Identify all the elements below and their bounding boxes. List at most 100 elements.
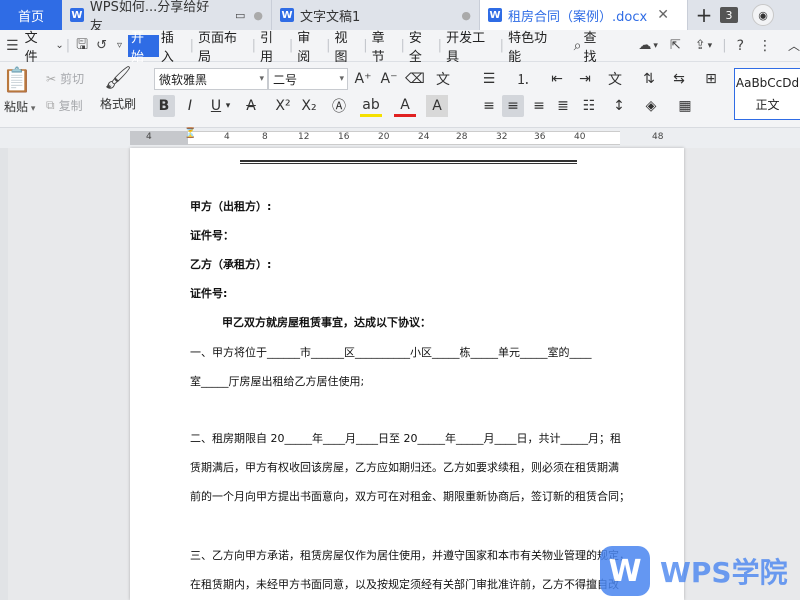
document-page[interactable]: 甲方（出租方）: 证件号： 乙方（承租方）: 证件号: 甲乙双方就房屋租赁事宜，… bbox=[130, 148, 684, 600]
grow-font-icon[interactable]: A⁺ bbox=[352, 68, 374, 90]
decrease-indent-icon[interactable]: ⇤ bbox=[546, 68, 568, 90]
menu-review[interactable]: 审阅 bbox=[295, 31, 324, 65]
export-icon[interactable]: ⇪ bbox=[695, 38, 706, 53]
increase-indent-icon[interactable]: ⇥ bbox=[574, 68, 596, 90]
sort-icon[interactable]: ⇅ bbox=[638, 68, 660, 90]
chevron-down-icon[interactable]: ▾ bbox=[653, 41, 658, 51]
undo-history-icon[interactable]: ↺ bbox=[96, 38, 107, 53]
format-painter-button[interactable]: 🖌 格式刷 bbox=[100, 66, 136, 112]
ruler-tick: 8 bbox=[262, 132, 268, 142]
menu-developer-tools[interactable]: 开发工具 bbox=[444, 31, 498, 65]
cut-button[interactable]: ✂ 剪切 bbox=[46, 70, 84, 87]
ribbon-home: 📋 粘贴 ▾ ✂ 剪切 ⧉ 复制 🖌 格式刷 微软雅黑 ▾ 二号 ▾ A⁺ A⁻… bbox=[0, 62, 800, 128]
horizontal-ruler[interactable]: 4 4 8 12 16 20 24 28 32 36 40 48 ⏳ bbox=[0, 128, 800, 148]
clear-format-icon[interactable]: ⌫ bbox=[404, 68, 426, 90]
menu-search[interactable]: 查找 bbox=[582, 31, 611, 65]
doc-line: 三、乙方向甲方承诺，租赁房屋仅作为居住使用，并遵守国家和本市有关物业管理的规定， bbox=[190, 549, 630, 562]
vertical-ruler[interactable] bbox=[0, 148, 8, 600]
help-icon[interactable]: ? bbox=[737, 38, 744, 54]
tab-label: 租房合同（案例）.docx bbox=[508, 9, 648, 25]
highlight-color-icon[interactable]: ab bbox=[360, 95, 382, 117]
align-right-icon[interactable]: ≡ bbox=[528, 95, 550, 117]
style-normal[interactable]: AaBbCcDd 正文 bbox=[734, 68, 800, 120]
bold-button[interactable]: B bbox=[153, 95, 175, 117]
paste-button[interactable]: 📋 粘贴 ▾ bbox=[2, 66, 35, 115]
font-name-select[interactable]: 微软雅黑 ▾ bbox=[154, 68, 268, 90]
ruler-tick: 4 bbox=[146, 132, 152, 142]
menu-view[interactable]: 视图 bbox=[332, 31, 361, 65]
shrink-font-icon[interactable]: A⁻ bbox=[378, 68, 400, 90]
numbered-list-icon[interactable]: ⒈ bbox=[512, 68, 534, 90]
menu-security[interactable]: 安全 bbox=[407, 31, 436, 65]
ruler-tick: 12 bbox=[298, 132, 310, 142]
menu-home[interactable]: 开始 bbox=[128, 31, 159, 65]
menu-bar: ☰ 文件 ⌄ | 🖫 ↺ ▿ 开始 插入 | 页面布局 | 引用 | 审阅 | … bbox=[0, 30, 800, 65]
menu-references[interactable]: 引用 bbox=[258, 31, 287, 65]
text-effect-icon[interactable]: Ⓐ bbox=[328, 95, 350, 117]
collapse-ribbon-icon[interactable]: ︿ bbox=[788, 37, 800, 54]
divider: | bbox=[65, 38, 71, 53]
menu-insert[interactable]: 插入 bbox=[159, 31, 188, 65]
menu-file[interactable]: 文件 bbox=[23, 31, 52, 65]
font-name-value: 微软雅黑 bbox=[159, 72, 208, 87]
ruler-tick: 36 bbox=[534, 132, 546, 142]
hamburger-menu-icon[interactable]: ☰ bbox=[6, 38, 19, 54]
tab-doc-lease-contract[interactable]: W 租房合同（案例）.docx ✕ bbox=[480, 0, 688, 30]
chevron-down-icon[interactable]: ▾ bbox=[708, 41, 713, 51]
style-name: 正文 bbox=[755, 97, 780, 112]
doc-line: 室_____厅房屋出租给乙方居住使用; bbox=[190, 375, 365, 388]
chinese-layout-icon[interactable]: 文 bbox=[604, 68, 626, 90]
doc-line: 赁期满后，甲方有权收回该房屋，乙方应如期归还。乙方如要求续租，则必须在租赁期满 bbox=[190, 461, 619, 474]
avatar[interactable]: ◉ bbox=[752, 4, 774, 26]
tab-doc-wps-share[interactable]: W WPS如何...分享给好友 ▭ ● bbox=[62, 0, 272, 34]
menu-chapter[interactable]: 章节 bbox=[370, 31, 399, 65]
fill-color-icon[interactable]: ◈ bbox=[640, 95, 662, 117]
monitor-icon: ▭ bbox=[234, 8, 246, 22]
table-grid-icon[interactable]: ⊞ bbox=[700, 68, 722, 90]
new-tab-button[interactable]: + bbox=[688, 0, 720, 30]
font-size-value: 二号 bbox=[273, 72, 298, 87]
ruler-tick: 4 bbox=[224, 132, 230, 142]
subscript-button[interactable]: X₂ bbox=[298, 95, 320, 117]
justify-icon[interactable]: ≣ bbox=[552, 95, 574, 117]
distribute-icon[interactable]: ☷ bbox=[578, 95, 600, 117]
cut-label: 剪切 bbox=[60, 72, 85, 86]
align-center-icon[interactable]: ≡ bbox=[502, 95, 524, 117]
menu-special-features[interactable]: 特色功能 bbox=[506, 31, 560, 65]
tab-label: 文字文稿1 bbox=[300, 9, 361, 25]
header-double-rule bbox=[240, 160, 577, 164]
superscript-button[interactable]: X² bbox=[272, 95, 294, 117]
line-spacing-icon[interactable]: ↕ bbox=[608, 95, 630, 117]
character-shading-icon[interactable]: A bbox=[426, 95, 448, 117]
indent-marker[interactable]: ⏳ bbox=[184, 128, 196, 139]
ruler-tick: 24 bbox=[418, 132, 430, 142]
doc-line: 一、甲方将位于______市______区__________小区_____栋_… bbox=[190, 346, 592, 359]
cloud-sync-icon[interactable]: ☁ bbox=[638, 38, 651, 53]
share-icon[interactable]: ⇱ bbox=[670, 38, 681, 53]
italic-button[interactable]: I bbox=[179, 95, 201, 117]
show-marks-icon[interactable]: ⇆ bbox=[668, 68, 690, 90]
chevron-down-icon[interactable]: ⌄ bbox=[55, 40, 63, 51]
font-color-icon[interactable]: A bbox=[394, 95, 416, 117]
align-left-icon[interactable]: ≡ bbox=[478, 95, 500, 117]
bullet-list-icon[interactable]: ☰ bbox=[478, 68, 500, 90]
tab-bar: 首页 W WPS如何...分享给好友 ▭ ● W 文字文稿1 ● W 租房合同（… bbox=[0, 0, 800, 34]
doc-line: 证件号: bbox=[190, 287, 228, 300]
more-icon[interactable]: ⋮ bbox=[758, 38, 772, 54]
borders-icon[interactable]: ▦ bbox=[674, 95, 696, 117]
copy-button[interactable]: ⧉ 复制 bbox=[46, 97, 83, 114]
chevron-down-icon[interactable]: ▿ bbox=[117, 40, 122, 51]
tab-doc-draft1[interactable]: W 文字文稿1 ● bbox=[272, 0, 480, 30]
menu-page-layout[interactable]: 页面布局 bbox=[196, 31, 250, 65]
chevron-down-icon[interactable]: ▾ bbox=[223, 95, 233, 117]
strikethrough-button[interactable]: A bbox=[240, 95, 262, 117]
wps-writer-icon: W bbox=[280, 8, 294, 22]
phonetic-guide-icon[interactable]: 文 bbox=[432, 68, 454, 90]
window-count-badge[interactable]: 3 bbox=[720, 7, 738, 23]
close-icon[interactable]: ✕ bbox=[657, 7, 669, 23]
search-icon[interactable]: ⌕ bbox=[574, 38, 582, 54]
tab-home[interactable]: 首页 bbox=[0, 0, 62, 30]
doc-line: 前的一个月向甲方提出书面意向，双方可在对租金、期限重新协商后，签订新的租赁合同； bbox=[190, 490, 630, 503]
font-size-select[interactable]: 二号 ▾ bbox=[268, 68, 348, 90]
save-icon[interactable]: 🖫 bbox=[76, 34, 88, 58]
